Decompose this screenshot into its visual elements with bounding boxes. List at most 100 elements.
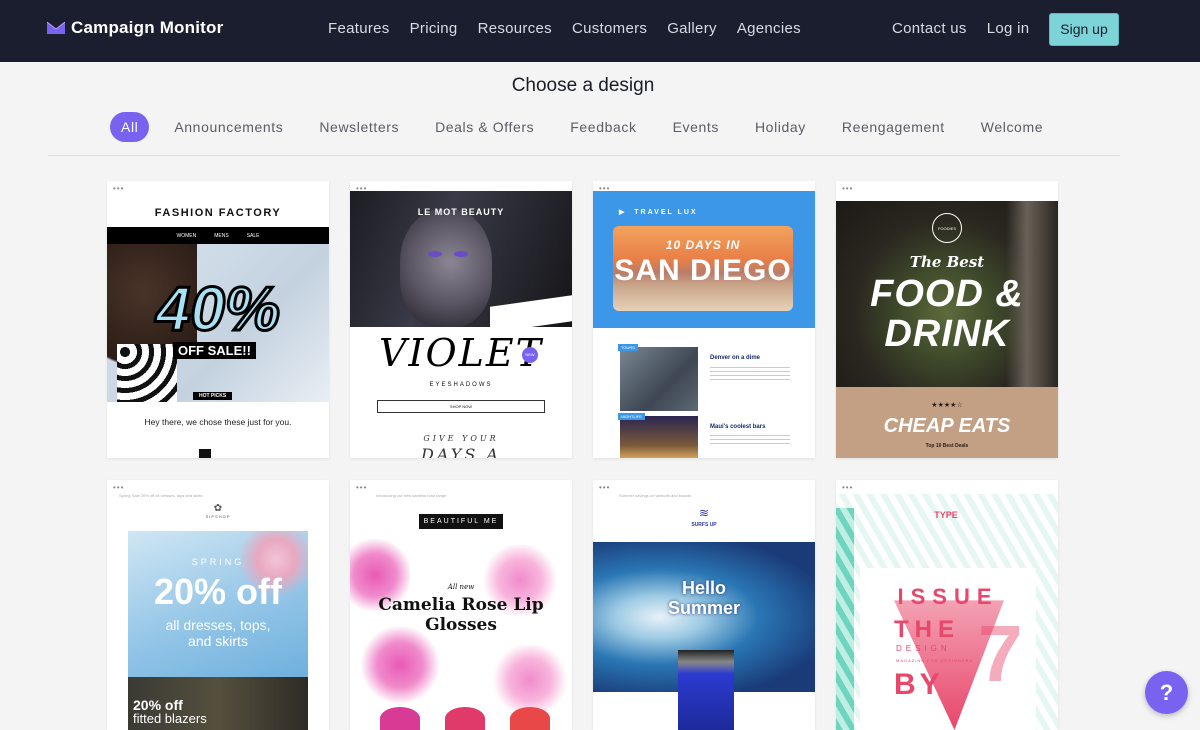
- camelia-hero: All new Camelia Rose Lip Glosses: [350, 535, 572, 730]
- fashion-menu-sale: SALE: [246, 232, 260, 239]
- travel-image-2: NIGHTLIFE: [618, 413, 698, 458]
- fashion-badge: HOT PICKS: [193, 392, 233, 400]
- travel-beach-image: 10 DAYS IN SAN DIEGO: [613, 226, 793, 311]
- surf-brand: SURFS UP: [691, 522, 717, 528]
- signup-button[interactable]: Sign up: [1049, 13, 1119, 46]
- fashion-menu-mens: MENS: [214, 232, 229, 239]
- filter-welcome[interactable]: Welcome: [963, 119, 1061, 135]
- campaign-monitor-logo-icon: [47, 21, 65, 34]
- card-dots: •••: [113, 184, 125, 193]
- template-card-type-magazine[interactable]: ••• TYPE ISSUE THE DESIGN MAGAZINE FOR D…: [836, 480, 1058, 730]
- nav-pricing[interactable]: Pricing: [410, 20, 458, 37]
- spring-line2: and skirts: [188, 633, 248, 649]
- travel-image-1: TOURS: [618, 344, 698, 411]
- filter-all[interactable]: All: [110, 112, 150, 142]
- template-card-surfs-up[interactable]: ••• Summer savings on wetsuits and board…: [593, 480, 815, 730]
- template-card-spring-sale[interactable]: ••• Spring Sale 20% off all dresses, top…: [107, 480, 329, 730]
- travel-title-2: Maui's coolest bars: [710, 424, 766, 430]
- contact-link[interactable]: Contact us: [892, 20, 967, 37]
- spring-line3: fitted blazers: [133, 711, 207, 726]
- spring-promo: 20% off: [153, 571, 283, 612]
- template-card-travel-lux[interactable]: ••• ▶ TRAVEL LUX 10 DAYS IN SAN DIEGO TO…: [593, 181, 815, 458]
- logo[interactable]: Campaign Monitor: [47, 18, 223, 38]
- nav-agencies[interactable]: Agencies: [737, 20, 801, 37]
- travel-title-1: Denver on a dime: [710, 355, 761, 361]
- surf-shorts-image: [678, 650, 734, 730]
- type-by: BY: [894, 668, 944, 701]
- filter-newsletters[interactable]: Newsletters: [301, 119, 417, 135]
- filter-reengagement[interactable]: Reengagement: [824, 119, 963, 135]
- type-issue: ISSUE: [897, 584, 999, 609]
- travel-brand: ▶ TRAVEL LUX: [619, 209, 698, 216]
- camelia-line2: Glosses: [425, 615, 497, 635]
- food-sub: Top 10 Best Deals: [925, 443, 969, 449]
- filter-holiday[interactable]: Holiday: [737, 119, 824, 135]
- fashion-menu-women: WOMEN: [176, 232, 197, 239]
- type-brand: TYPE: [934, 510, 958, 520]
- food-line1: The Best: [909, 253, 985, 271]
- camelia-line1: Camelia Rose Lip: [378, 595, 544, 615]
- type-issue-number: 7: [978, 609, 1023, 698]
- card-dots: •••: [842, 483, 854, 492]
- nav-customers[interactable]: Customers: [572, 20, 647, 37]
- food-line2: FOOD &: [870, 273, 1024, 315]
- nav-gallery[interactable]: Gallery: [667, 20, 717, 37]
- section-divider: [48, 155, 1120, 156]
- main-nav: Features Pricing Resources Customers Gal…: [328, 20, 801, 37]
- travel-brand-text: TRAVEL LUX: [634, 209, 698, 216]
- violet-footer-2: DAYS A: [421, 445, 501, 458]
- spring-logo-icon: ✿: [213, 503, 223, 514]
- fashion-menu: WOMEN MENS SALE: [107, 227, 329, 244]
- violet-headline: VIOLET: [379, 331, 543, 375]
- camelia-small: All new: [447, 583, 475, 591]
- nav-resources[interactable]: Resources: [478, 20, 552, 37]
- travel-tag-2: NIGHTLIFE: [618, 413, 645, 420]
- spring-blazer-image: 20% off fitted blazers: [128, 677, 308, 730]
- food-brand: FOODIES: [932, 213, 962, 243]
- food-rating: ★★★★☆: [931, 402, 963, 409]
- violet-brand: LE MOT BEAUTY: [417, 207, 505, 217]
- filter-feedback[interactable]: Feedback: [552, 119, 654, 135]
- filter-events[interactable]: Events: [655, 119, 737, 135]
- help-button[interactable]: ?: [1145, 671, 1188, 714]
- filter-deals-offers[interactable]: Deals & Offers: [417, 119, 552, 135]
- violet-sub: EYESHADOWS: [429, 382, 493, 388]
- fashion-subpromo: OFF SALE!!: [173, 342, 256, 359]
- surf-logo-icon: ≋: [698, 506, 710, 520]
- surf-line1: Hello: [681, 578, 726, 598]
- account-nav: Contact us Log in: [892, 20, 1029, 37]
- filter-announcements[interactable]: Announcements: [156, 119, 301, 135]
- card-dots: •••: [113, 483, 125, 492]
- violet-hero-image: LE MOT BEAUTY: [350, 191, 572, 333]
- fashion-promo: 40%: [154, 274, 281, 346]
- login-link[interactable]: Log in: [987, 20, 1030, 37]
- spring-hero-image: SPRING 20% off all dresses, tops, and sk…: [128, 531, 308, 677]
- template-card-camelia-rose[interactable]: ••• Introducing our new camelia rose ran…: [350, 480, 572, 730]
- food-hero-image: FOODIES The Best FOOD & DRINK: [836, 201, 1058, 387]
- card-dots: •••: [356, 483, 368, 492]
- fashion-brand: FASHION FACTORY: [154, 207, 282, 219]
- card-dots: •••: [842, 184, 854, 193]
- type-magazine: MAGAZINE FOR DESIGNERS: [896, 658, 974, 663]
- page-title: Choose a design: [511, 75, 655, 96]
- fashion-hero-image: 40% OFF SALE!! HOT PICKS: [107, 244, 329, 402]
- violet-tag: NEW: [522, 347, 538, 363]
- travel-line2: SAN DIEGO: [614, 254, 792, 287]
- category-filters: All Announcements Newsletters Deals & Of…: [110, 112, 1061, 142]
- travel-hero: ▶ TRAVEL LUX 10 DAYS IN SAN DIEGO: [593, 191, 815, 328]
- travel-line1: 10 DAYS IN: [665, 238, 741, 252]
- type-the: THE: [894, 616, 960, 643]
- camelia-brand: BEAUTIFUL ME: [419, 514, 503, 529]
- spring-brand: SIPSHOP: [205, 514, 231, 519]
- food-footer: ★★★★☆ CHEAP EATS Top 10 Best Deals: [836, 387, 1058, 458]
- spring-line1: all dresses, tops,: [165, 617, 271, 633]
- violet-shop-button: SHOP NOW: [377, 400, 545, 413]
- card-dots: •••: [599, 483, 611, 492]
- template-card-violet[interactable]: ••• View it online | unsubscribe LE MOT …: [350, 181, 572, 458]
- template-card-fashion-factory[interactable]: ••• FASHION FACTORY WOMEN MENS SALE 40% …: [107, 181, 329, 458]
- template-card-food-drink[interactable]: ••• FOODIES The Best FOOD & DRINK ★★★★☆ …: [836, 181, 1058, 458]
- violet-footer: GIVE YOUR: [423, 434, 499, 443]
- logo-text: Campaign Monitor: [71, 18, 224, 37]
- travel-tag-1: TOURS: [618, 344, 638, 351]
- nav-features[interactable]: Features: [328, 20, 390, 37]
